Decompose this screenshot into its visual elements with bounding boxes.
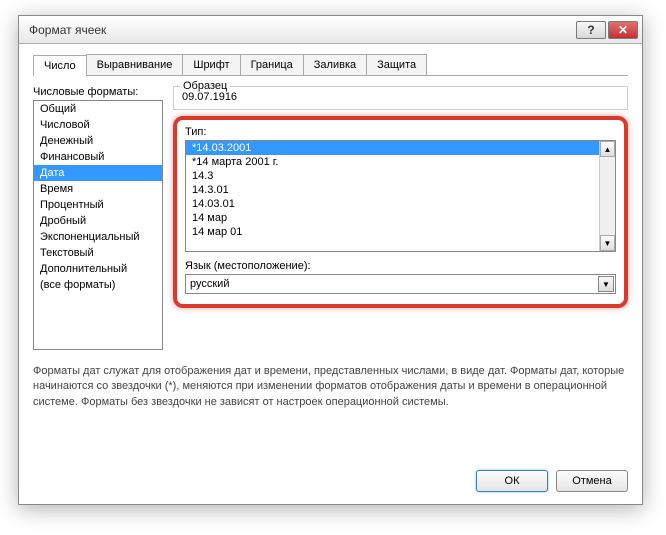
list-item[interactable]: Общий — [34, 101, 162, 117]
list-item[interactable]: 14 мар 01 — [186, 225, 599, 239]
close-button[interactable]: ✕ — [608, 21, 638, 39]
sample-group: Образец 09.07.1916 — [173, 86, 628, 110]
scroll-track[interactable] — [600, 157, 615, 235]
window-title: Формат ячеек — [29, 23, 574, 37]
list-item[interactable]: Дополнительный — [34, 261, 162, 277]
dialog-window: Формат ячеек ? ✕ Число Выравнивание Шриф… — [18, 15, 643, 505]
list-item[interactable]: Время — [34, 181, 162, 197]
chevron-down-icon[interactable]: ▼ — [598, 276, 614, 292]
list-item[interactable]: (все форматы) — [34, 277, 162, 293]
list-item[interactable]: Дата — [34, 165, 162, 181]
scroll-down-icon[interactable]: ▼ — [600, 235, 615, 251]
locale-select[interactable]: русский ▼ — [185, 274, 616, 294]
highlighted-region: Тип: *14.03.2001 *14 марта 2001 г. 14.3 … — [173, 116, 628, 308]
list-item[interactable]: *14.03.2001 — [186, 141, 599, 155]
list-item[interactable]: Числовой — [34, 117, 162, 133]
titlebar: Формат ячеек ? ✕ — [19, 16, 642, 44]
list-item[interactable]: Финансовый — [34, 149, 162, 165]
locale-value: русский — [190, 278, 229, 290]
list-item[interactable]: Текстовый — [34, 245, 162, 261]
tab-alignment[interactable]: Выравнивание — [86, 54, 184, 75]
list-item[interactable]: 14.3 — [186, 169, 599, 183]
list-item[interactable]: Дробный — [34, 213, 162, 229]
list-item[interactable]: 14 мар — [186, 211, 599, 225]
sample-label: Образец — [180, 80, 230, 92]
category-column: Числовые форматы: Общий Числовой Денежны… — [33, 86, 163, 350]
cancel-button[interactable]: Отмена — [556, 470, 628, 492]
type-label: Тип: — [185, 126, 616, 138]
locale-label: Язык (местоположение): — [185, 260, 616, 272]
list-item[interactable]: 14.3.01 — [186, 183, 599, 197]
ok-button[interactable]: ОК — [476, 470, 548, 492]
scrollbar[interactable]: ▲ ▼ — [599, 141, 615, 251]
description-text: Форматы дат служат для отображения дат и… — [33, 364, 628, 410]
tab-protection[interactable]: Защита — [366, 54, 427, 75]
tab-fill[interactable]: Заливка — [303, 54, 367, 75]
dialog-body: Число Выравнивание Шрифт Граница Заливка… — [19, 44, 642, 422]
scroll-up-icon[interactable]: ▲ — [600, 141, 615, 157]
tab-bar: Число Выравнивание Шрифт Граница Заливка… — [33, 54, 628, 76]
list-item[interactable]: 14.03.01 — [186, 197, 599, 211]
list-item[interactable]: Экспоненциальный — [34, 229, 162, 245]
list-item[interactable]: Денежный — [34, 133, 162, 149]
tab-number[interactable]: Число — [33, 55, 87, 76]
list-item[interactable]: Процентный — [34, 197, 162, 213]
type-listbox[interactable]: *14.03.2001 *14 марта 2001 г. 14.3 14.3.… — [185, 140, 616, 252]
settings-column: Образец 09.07.1916 Тип: *14.03.2001 *14 … — [173, 86, 628, 350]
category-listbox[interactable]: Общий Числовой Денежный Финансовый Дата … — [33, 100, 163, 350]
tab-border[interactable]: Граница — [240, 54, 304, 75]
list-item[interactable]: *14 марта 2001 г. — [186, 155, 599, 169]
help-button[interactable]: ? — [576, 21, 606, 39]
dialog-footer: ОК Отмена — [476, 470, 628, 492]
category-label: Числовые форматы: — [33, 86, 163, 98]
tab-font[interactable]: Шрифт — [182, 54, 240, 75]
sample-value: 09.07.1916 — [182, 91, 619, 103]
